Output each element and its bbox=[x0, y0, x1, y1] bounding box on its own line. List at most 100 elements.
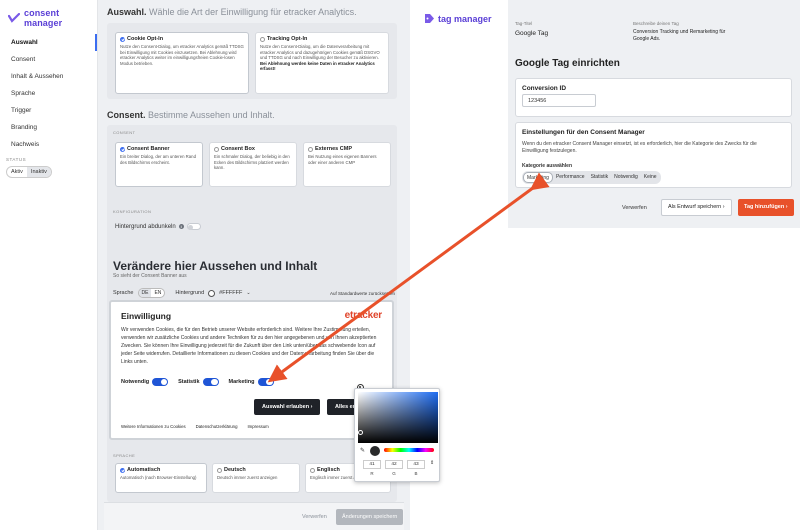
tag-discard-button[interactable]: Verwerfen bbox=[622, 205, 647, 211]
save-draft-button[interactable]: Als Entwurf speichern › bbox=[661, 199, 732, 216]
add-tag-label: Tag hinzufügen bbox=[744, 204, 785, 210]
toggle-switch[interactable] bbox=[202, 378, 219, 386]
label-b: B bbox=[414, 471, 418, 476]
chevron-right-icon: › bbox=[722, 204, 725, 210]
card-tracking-opt-in[interactable]: Tracking Opt-In Nutze den Consent-Dialog… bbox=[255, 32, 389, 94]
card-title: Tracking Opt-In bbox=[267, 36, 308, 42]
input-g[interactable]: 42 bbox=[385, 460, 403, 469]
radio-consent-banner[interactable] bbox=[120, 146, 125, 152]
eyedropper-icon[interactable]: ✎ bbox=[360, 447, 365, 454]
toggle-notwendig[interactable]: Notwendig bbox=[121, 378, 169, 386]
card-desc: Ein breiter Dialog, der am unteren Rand … bbox=[120, 154, 196, 165]
tag-manager-app: tag manager Tag-Titel Google Tag Beschre… bbox=[410, 0, 800, 228]
category-label: Kategorie auswählen bbox=[522, 163, 573, 169]
language-option-en[interactable]: EN bbox=[151, 289, 164, 297]
card-desc: Automatisch (nach Browser-Einstellung) bbox=[120, 475, 197, 480]
tag-title-value[interactable]: Google Tag bbox=[515, 30, 548, 37]
radio-consent-box[interactable] bbox=[214, 146, 219, 152]
card-sprache-automatisch[interactable]: Automatisch Automatisch (nach Browser-Ei… bbox=[115, 463, 207, 493]
allow-selection-button[interactable]: Auswahl erlauben › bbox=[254, 399, 321, 415]
conversion-id-input[interactable]: 123456 bbox=[522, 94, 596, 107]
radio-automatisch[interactable] bbox=[120, 467, 125, 473]
status-option-inaktiv[interactable]: Inaktiv bbox=[26, 167, 51, 177]
link-cookie-info[interactable]: Weitere Informationen zu Cookies bbox=[121, 424, 186, 429]
consent-settings-desc: Wenn du den etracker Consent Manager ein… bbox=[522, 141, 757, 154]
consent-manager-app: consent manager Auswahl Consent Inhalt &… bbox=[0, 0, 410, 530]
background-color-value[interactable]: #FFFFFF bbox=[219, 290, 242, 296]
language-switch[interactable]: DE EN bbox=[137, 288, 166, 298]
consent-heading: Consent. Bestimme Aussehen und Inhalt. bbox=[107, 110, 275, 120]
radio-tracking-opt-in[interactable] bbox=[260, 36, 265, 42]
switch-format-icon[interactable]: ⇕ bbox=[429, 460, 435, 469]
card-cookie-opt-in[interactable]: Cookie Opt-In Nutze den Consent-Dialog, … bbox=[115, 32, 249, 94]
tag-manager-logo[interactable]: tag manager bbox=[424, 13, 492, 24]
toggle-switch[interactable] bbox=[257, 378, 274, 386]
tag-description-value[interactable]: Conversion Tracking und Remarketing für … bbox=[633, 29, 733, 42]
tag-manager-logo-text: tag manager bbox=[438, 13, 492, 24]
background-color-swatch[interactable] bbox=[208, 289, 216, 297]
toggle-switch[interactable] bbox=[152, 378, 169, 386]
saturation-value-area[interactable] bbox=[358, 392, 438, 443]
conversion-id-label: Conversion ID bbox=[522, 85, 567, 92]
category-keine[interactable]: Keine bbox=[641, 172, 660, 183]
consent-settings-title: Einstellungen für den Consent Manager bbox=[522, 129, 645, 136]
consent-heading-sub: Bestimme Aussehen und Inhalt. bbox=[148, 110, 275, 120]
input-b[interactable]: 43 bbox=[407, 460, 425, 469]
toggle-marketing[interactable]: Marketing bbox=[229, 378, 274, 386]
status-option-aktiv[interactable]: Aktiv bbox=[7, 167, 27, 177]
card-desc: Nutze den Consent-Dialog, um etracker An… bbox=[120, 44, 244, 66]
label-g: G bbox=[392, 471, 396, 476]
sv-knob[interactable] bbox=[358, 430, 363, 435]
card-sprache-deutsch[interactable]: Deutsch Deutsch immer zuerst anzeigen bbox=[212, 463, 300, 493]
rgb-labels: R G B bbox=[363, 471, 425, 476]
card-desc-warning: Bei Ablehnung werden keine Daten in etra… bbox=[260, 60, 375, 72]
sidebar-item-consent[interactable]: Consent bbox=[0, 51, 97, 68]
chevron-down-icon[interactable]: ⌄ bbox=[246, 290, 250, 296]
sidebar-item-sprache[interactable]: Sprache bbox=[0, 85, 97, 102]
category-selector[interactable]: Marketing Performance Statistik Notwendi… bbox=[522, 171, 661, 184]
reset-defaults-link[interactable]: Auf Standardwerte zurücksetzen bbox=[330, 291, 395, 296]
language-label: Sprache bbox=[113, 290, 134, 296]
link-privacy[interactable]: Datenschutzerklärung bbox=[196, 424, 238, 429]
toggle-label: Notwendig bbox=[121, 379, 150, 385]
status-toggle[interactable]: Aktiv Inaktiv bbox=[6, 166, 52, 178]
add-tag-button[interactable]: Tag hinzufügen › bbox=[738, 199, 794, 216]
sidebar-item-inhalt-aussehen[interactable]: Inhalt & Aussehen bbox=[0, 68, 97, 85]
save-changes-button[interactable]: Änderungen speichern bbox=[336, 509, 404, 525]
discard-button[interactable]: Verwerfen bbox=[302, 514, 327, 520]
card-desc: Nutze den Consent-Dialog, um die Datenve… bbox=[260, 44, 380, 61]
sidebar-item-nachweis[interactable]: Nachweis bbox=[0, 136, 97, 153]
language-option-de[interactable]: DE bbox=[138, 289, 152, 297]
radio-deutsch[interactable] bbox=[217, 467, 222, 473]
radio-englisch[interactable] bbox=[310, 467, 315, 473]
card-externes-cmp[interactable]: Externes CMP Bei Nutzung eines eigenen B… bbox=[303, 142, 391, 187]
color-picker-popup: ✎ 41 42 43 ⇕ R G B bbox=[354, 388, 440, 482]
radio-externes-cmp[interactable] bbox=[308, 146, 313, 152]
card-consent-box[interactable]: Consent Box Ein schmaler Dialog, der bel… bbox=[209, 142, 297, 187]
toggle-statistik[interactable]: Statistik bbox=[178, 378, 219, 386]
chevron-right-icon: › bbox=[310, 404, 313, 410]
toggle-label: Marketing bbox=[228, 379, 255, 385]
card-desc: Deutsch immer zuerst anzeigen bbox=[217, 475, 278, 480]
sidebar-item-branding[interactable]: Branding bbox=[0, 119, 97, 136]
darken-background-label: Hintergrund abdunkeln bbox=[115, 223, 176, 230]
card-consent-banner[interactable]: Consent Banner Ein breiter Dialog, der a… bbox=[115, 142, 203, 187]
category-marketing[interactable]: Marketing bbox=[523, 172, 553, 183]
radio-cookie-opt-in[interactable] bbox=[120, 36, 125, 42]
sidebar-item-trigger[interactable]: Trigger bbox=[0, 102, 97, 119]
hue-slider[interactable] bbox=[384, 448, 434, 452]
category-notwendig[interactable]: Notwendig bbox=[611, 172, 641, 183]
link-imprint[interactable]: Impressum bbox=[247, 424, 268, 429]
input-r[interactable]: 41 bbox=[363, 460, 381, 469]
sidebar-item-auswahl[interactable]: Auswahl bbox=[0, 34, 97, 51]
auswahl-panel: Cookie Opt-In Nutze den Consent-Dialog, … bbox=[107, 23, 397, 99]
info-icon[interactable]: i bbox=[178, 224, 184, 229]
auswahl-heading-sub: Wähle die Art der Einwilligung für etrac… bbox=[149, 7, 357, 17]
category-statistik[interactable]: Statistik bbox=[588, 172, 612, 183]
card-title: Cookie Opt-In bbox=[127, 36, 164, 42]
consent-manager-logo[interactable]: consent manager bbox=[8, 8, 97, 28]
category-performance[interactable]: Performance bbox=[553, 172, 588, 183]
darken-background-toggle[interactable] bbox=[186, 223, 201, 230]
chevron-right-icon: › bbox=[785, 204, 788, 210]
tag-editor: Tag-Titel Google Tag Beschreibe deinen T… bbox=[508, 0, 800, 228]
